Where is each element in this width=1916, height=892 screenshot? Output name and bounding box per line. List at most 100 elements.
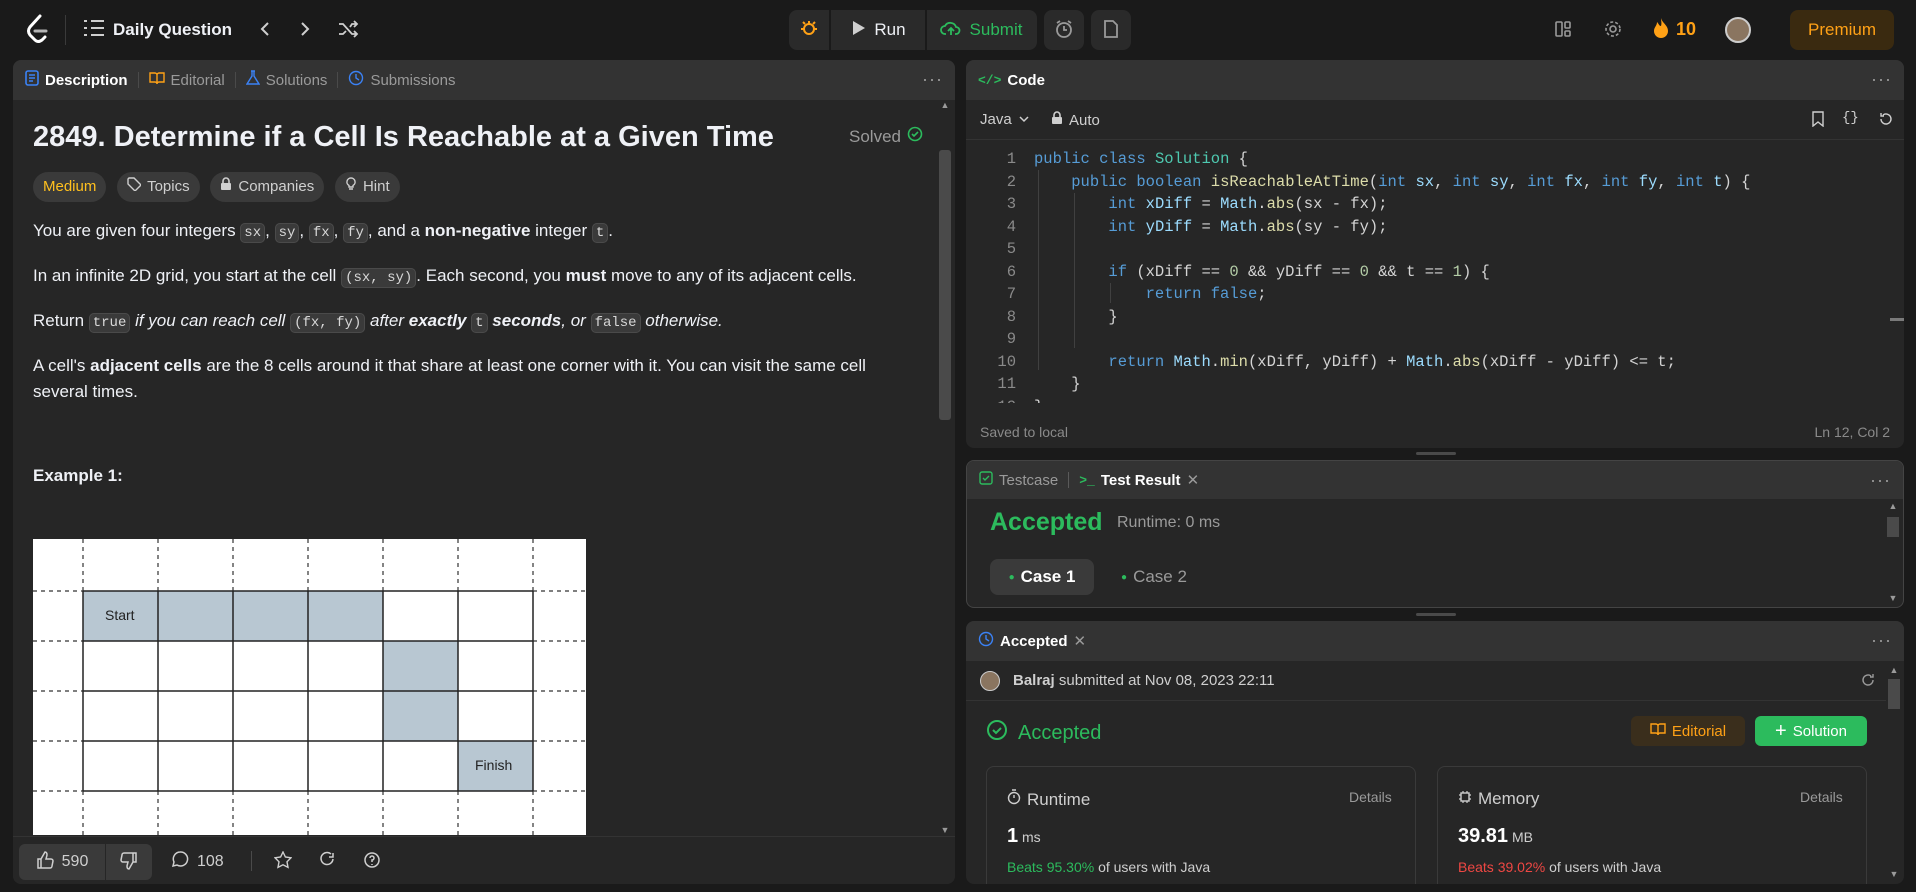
avatar[interactable] (980, 671, 1000, 691)
line-number: 10 (997, 352, 1016, 371)
tab-label: Solutions (265, 71, 328, 89)
close-icon[interactable]: ✕ (1074, 632, 1087, 650)
line-number: 8 (1006, 307, 1016, 326)
share-button[interactable] (1861, 673, 1875, 690)
random-problem-button[interactable] (337, 19, 359, 42)
resize-handle[interactable] (1416, 613, 1456, 616)
auto-mode[interactable]: Auto (1051, 111, 1100, 129)
bookmark-button[interactable] (1811, 111, 1825, 130)
more-options-icon[interactable]: ··· (1871, 69, 1892, 90)
case-2-tab[interactable]: ● Case 2 (1102, 559, 1206, 595)
premium-button[interactable]: Premium (1790, 10, 1894, 50)
code-line: int yDiff = Math.abs(sy - fy); (1108, 217, 1388, 236)
prev-problem-button[interactable] (258, 19, 272, 42)
close-icon[interactable]: ✕ (1187, 471, 1200, 489)
tab-test-result[interactable]: >_ Test Result ✕ (1079, 471, 1200, 490)
lock-icon (220, 174, 232, 200)
code-panel: </> Code ··· Java Auto {} 12345678910111… (966, 60, 1904, 448)
dislike-button[interactable] (106, 844, 152, 880)
line-number: 12 (966, 396, 1016, 404)
tab-description[interactable]: Description (25, 70, 128, 90)
streak-counter[interactable]: 10 (1652, 17, 1696, 42)
help-button[interactable] (363, 851, 381, 872)
scroll-up-icon[interactable]: ▲ (939, 100, 951, 110)
more-options-icon[interactable]: ··· (922, 69, 943, 90)
submission-scrollbar[interactable]: ▲ ▼ (1886, 661, 1902, 884)
scroll-up-icon[interactable]: ▲ (1885, 501, 1901, 511)
scroll-thumb[interactable] (1887, 517, 1899, 537)
scroll-thumb[interactable] (1888, 679, 1900, 709)
tab-testcase[interactable]: Testcase (979, 471, 1058, 489)
runtime-card[interactable]: Runtime Details 1 ms Beats 95.30% of use… (986, 766, 1416, 884)
runtime-beats: Beats 95.30% of users with Java (1007, 859, 1210, 875)
settings-button[interactable] (1604, 20, 1622, 41)
example-heading: Example 1: (33, 466, 123, 485)
leetcode-logo[interactable] (26, 14, 50, 44)
resize-handle[interactable] (1416, 452, 1456, 455)
gear-icon (1604, 20, 1622, 41)
tab-accepted[interactable]: Accepted ✕ (978, 631, 1086, 651)
language-select[interactable]: Java (980, 111, 1030, 128)
scroll-down-icon[interactable]: ▼ (1886, 869, 1902, 879)
tab-editorial[interactable]: Editorial (148, 71, 225, 89)
chevron-right-icon (298, 19, 312, 42)
memory-details-link[interactable]: Details (1800, 789, 1843, 805)
fire-icon (1652, 17, 1670, 42)
like-button[interactable]: 590 (19, 844, 105, 880)
tag-row: Medium Topics Companies Hint (33, 172, 935, 202)
layout-button[interactable] (1554, 20, 1572, 41)
scroll-up-icon[interactable]: ▲ (1886, 665, 1902, 675)
companies-tag[interactable]: Companies (210, 172, 325, 202)
description-scrollbar[interactable]: ▲ ▼ (935, 100, 955, 840)
runtime-beats-value: Beats 95.30% (1007, 859, 1095, 875)
grid-finish-label: Finish (475, 757, 513, 773)
format-button[interactable]: {} (1842, 110, 1859, 126)
tab-code[interactable]: </> Code (978, 72, 1045, 89)
memory-card[interactable]: Memory Details 39.81 MB Beats 39.02% of … (1437, 766, 1867, 884)
case-1-tab[interactable]: ● Case 1 (990, 559, 1094, 595)
line-number: 11 (997, 375, 1016, 393)
lock-icon (1051, 111, 1063, 129)
tab-label: Editorial (170, 71, 225, 89)
editorial-button[interactable]: Editorial (1631, 716, 1745, 746)
problem-list-button[interactable]: Daily Question (83, 18, 232, 41)
share-button[interactable] (318, 851, 336, 872)
favorite-button[interactable] (273, 850, 293, 872)
topics-label: Topics (147, 178, 190, 195)
more-options-icon[interactable]: ··· (1871, 630, 1892, 651)
runtime-value: 1 ms (1007, 825, 1041, 848)
submit-button[interactable]: Submit (927, 10, 1035, 50)
topics-tag[interactable]: Topics (117, 172, 200, 202)
runtime-details-link[interactable]: Details (1349, 789, 1392, 805)
solution-button[interactable]: + Solution (1755, 716, 1867, 746)
thumbs-down-icon (120, 851, 138, 873)
run-button[interactable]: Run (831, 10, 925, 50)
tab-submissions[interactable]: Submissions (348, 70, 455, 90)
divider (337, 72, 339, 88)
scroll-down-icon[interactable]: ▼ (1885, 593, 1901, 603)
notes-button[interactable] (1091, 10, 1131, 50)
test-panel: Testcase >_ Test Result ✕ ··· Accepted R… (966, 460, 1904, 608)
terminal-icon: >_ (1079, 472, 1095, 488)
comments-button[interactable]: 108 (171, 850, 224, 873)
avatar[interactable] (1725, 17, 1751, 43)
debug-button[interactable] (789, 10, 829, 50)
comment-icon (171, 850, 189, 873)
scroll-down-icon[interactable]: ▼ (939, 825, 951, 835)
run-label: Run (874, 20, 906, 39)
timer-button[interactable] (1044, 10, 1084, 50)
memory-value: 39.81 MB (1458, 825, 1533, 848)
code-line: public boolean isReachableAtTime(int sx,… (1071, 172, 1751, 191)
cursor-position: Ln 12, Col 2 (1814, 424, 1891, 440)
runtime-unit: ms (1022, 829, 1041, 845)
scroll-thumb[interactable] (939, 150, 951, 420)
test-scrollbar[interactable]: ▲ ▼ (1885, 501, 1901, 607)
reset-button[interactable] (1878, 111, 1894, 130)
next-problem-button[interactable] (298, 19, 312, 42)
tab-solutions[interactable]: Solutions (245, 70, 328, 90)
submitter-name[interactable]: Balraj (1013, 672, 1055, 689)
more-options-icon[interactable]: ··· (1870, 470, 1891, 491)
code-editor[interactable]: 123456789101112 public class Solution { … (966, 148, 1886, 403)
hint-tag[interactable]: Hint (334, 172, 400, 202)
memory-unit: MB (1511, 829, 1533, 845)
